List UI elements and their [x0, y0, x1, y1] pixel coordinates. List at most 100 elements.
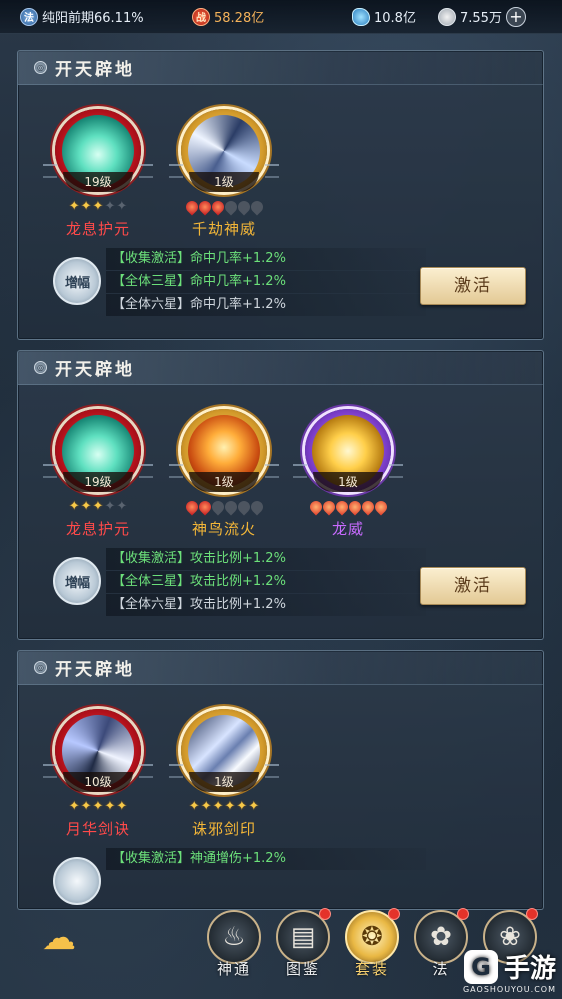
set-panel-2: ◎ 开天辟地 19级 ✦ ✦ ✦ ✦ ✦ 龙息护元 1级 神鸟流火 1级 龙威 增幅 [17, 350, 544, 640]
drop-rating [183, 198, 265, 216]
skill-level: 1级 [189, 472, 259, 492]
star-icon: ✦ [80, 799, 92, 814]
skill-icon-frame: 10级 [43, 709, 153, 792]
tab-divine-arts[interactable]: ♨ 神通 [206, 910, 262, 990]
tab-collection[interactable]: ▤ 图鉴 [275, 908, 331, 990]
power-icon: 战 [192, 7, 210, 26]
skill-card[interactable]: 1级 ✦ ✦ ✦ ✦ ✦ ✦ 诛邪剑印 [169, 709, 279, 839]
skill-card[interactable]: 1级 神鸟流火 [169, 409, 279, 539]
star-icon: ✦ [116, 499, 128, 514]
star-icon: ✦ [92, 199, 104, 214]
gem-currency: 10.8亿 [352, 0, 416, 34]
skill-card[interactable]: 19级 ✦ ✦ ✦ ✦ ✦ 龙息护元 [43, 109, 153, 239]
combat-power: 战 58.28亿 [192, 0, 264, 34]
coin-currency: 7.55万 + [438, 0, 526, 34]
panel-title: 开天辟地 [55, 660, 135, 680]
set-panel-1: ◎ 开天辟地 19级 ✦ ✦ ✦ ✦ ✦ 龙息护元 1级 千劫神威 增幅 【收集激活】命… [17, 50, 544, 340]
star-icon: ✦ [80, 499, 92, 514]
drop-icon [359, 498, 376, 516]
drop-icon [235, 498, 252, 516]
star-icon: ✦ [116, 799, 128, 814]
star-icon: ✦ [248, 799, 260, 814]
skill-name: 龙威 [331, 520, 364, 538]
skill-name: 龙息护元 [65, 520, 130, 538]
flame-spirit-icon: ♨ [207, 910, 261, 964]
notification-dot [388, 908, 400, 920]
coin-icon [438, 7, 456, 26]
star-icon: ✦ [68, 799, 80, 814]
drop-icon [222, 198, 239, 216]
skill-level: 19级 [63, 172, 133, 192]
skill-card[interactable]: 1级 龙威 [293, 409, 403, 539]
watermark-brand: G 手游 [463, 948, 556, 985]
skill-card[interactable]: 19级 ✦ ✦ ✦ ✦ ✦ 龙息护元 [43, 409, 153, 539]
realm-icon: 法 [20, 7, 38, 26]
skill-name: 月华剑诀 [65, 820, 130, 838]
bonus-line: 【收集激活】命中几率+1.2% [106, 248, 426, 270]
realm-progress: 法 纯阳前期66.11% [20, 0, 144, 34]
gem-icon [352, 7, 370, 26]
panel-header: ◎ 开天辟地 [18, 351, 543, 385]
skill-icon-frame: 1级 [169, 109, 279, 192]
skill-name: 神鸟流火 [191, 520, 256, 538]
skill-card[interactable]: 1级 千劫神威 [169, 109, 279, 239]
panel-bullet-icon: ◎ [34, 61, 47, 74]
skill-icon-frame: 1级 [169, 709, 279, 792]
activate-button[interactable]: 激活 [420, 267, 526, 305]
site-watermark: G 手游 GAOSHOUYOU.COM [438, 948, 556, 996]
star-icon: ✦ [116, 199, 128, 214]
drop-icon [183, 198, 200, 216]
skill-level: 1级 [313, 472, 383, 492]
bonus-line: 【全体三星】命中几率+1.2% [106, 271, 426, 293]
star-icon: ✦ [104, 799, 116, 814]
watermark-brand-text: 手游 [503, 954, 556, 984]
star-icon: ✦ [92, 499, 104, 514]
notification-dot [526, 908, 538, 920]
activate-button[interactable]: 激活 [420, 567, 526, 605]
skill-icon-frame: 1级 [293, 409, 403, 492]
tab-label: 图鉴 [285, 960, 320, 978]
star-icon: ✦ [104, 199, 116, 214]
drop-icon [248, 198, 265, 216]
tab-sets[interactable]: ❂ 套装 [344, 908, 400, 990]
skill-name: 千劫神威 [191, 220, 256, 238]
drop-icon [307, 498, 324, 516]
drop-rating [183, 498, 265, 516]
panel-title: 开天辟地 [55, 60, 135, 80]
bonus-line: 【收集激活】神通增伤+1.2% [106, 848, 426, 870]
drop-icon [320, 498, 337, 516]
notification-dot [319, 908, 331, 920]
drop-icon [346, 498, 363, 516]
bonus-line: 【全体六星】命中几率+1.2% [106, 294, 426, 316]
skill-level: 1级 [189, 172, 259, 192]
bonus-list: 【收集激活】命中几率+1.2% 【全体三星】命中几率+1.2% 【全体六星】命中… [106, 248, 426, 317]
coin-amount: 7.55万 [460, 11, 502, 26]
star-icon: ✦ [236, 799, 248, 814]
panel-header: ◎ 开天辟地 [18, 651, 543, 685]
star-icon: ✦ [212, 799, 224, 814]
bonus-line: 【全体三星】攻击比例+1.2% [106, 571, 426, 593]
drop-icon [209, 198, 226, 216]
drop-icon [196, 498, 213, 516]
bonus-list: 【收集激活】神通增伤+1.2% [106, 848, 426, 871]
panel-title: 开天辟地 [55, 360, 135, 380]
panel-bullet-icon: ◎ [34, 661, 47, 674]
skill-icon-frame: 19级 [43, 109, 153, 192]
star-rating: ✦ ✦ ✦ ✦ ✦ [69, 500, 128, 514]
skill-level: 1级 [189, 772, 259, 792]
skill-card[interactable]: 10级 ✦ ✦ ✦ ✦ ✦ 月华剑诀 [43, 709, 153, 839]
skill-name: 诛邪剑印 [191, 820, 256, 838]
panel-header: ◎ 开天辟地 [18, 51, 543, 85]
top-status-bar: 法 纯阳前期66.11% 战 58.28亿 10.8亿 7.55万 + [0, 0, 562, 34]
star-icon: ✦ [80, 199, 92, 214]
bonus-list: 【收集激活】攻击比例+1.2% 【全体三星】攻击比例+1.2% 【全体六星】攻击… [106, 548, 426, 617]
drop-icon [196, 198, 213, 216]
drop-icon [209, 498, 226, 516]
cloud-menu-button[interactable]: ☁ [28, 918, 90, 958]
star-icon: ✦ [104, 499, 116, 514]
star-icon: ✦ [92, 799, 104, 814]
tab-label: 套装 [354, 960, 389, 978]
add-currency-button[interactable]: + [505, 6, 526, 27]
skill-level: 19级 [63, 472, 133, 492]
star-icon: ✦ [200, 799, 212, 814]
